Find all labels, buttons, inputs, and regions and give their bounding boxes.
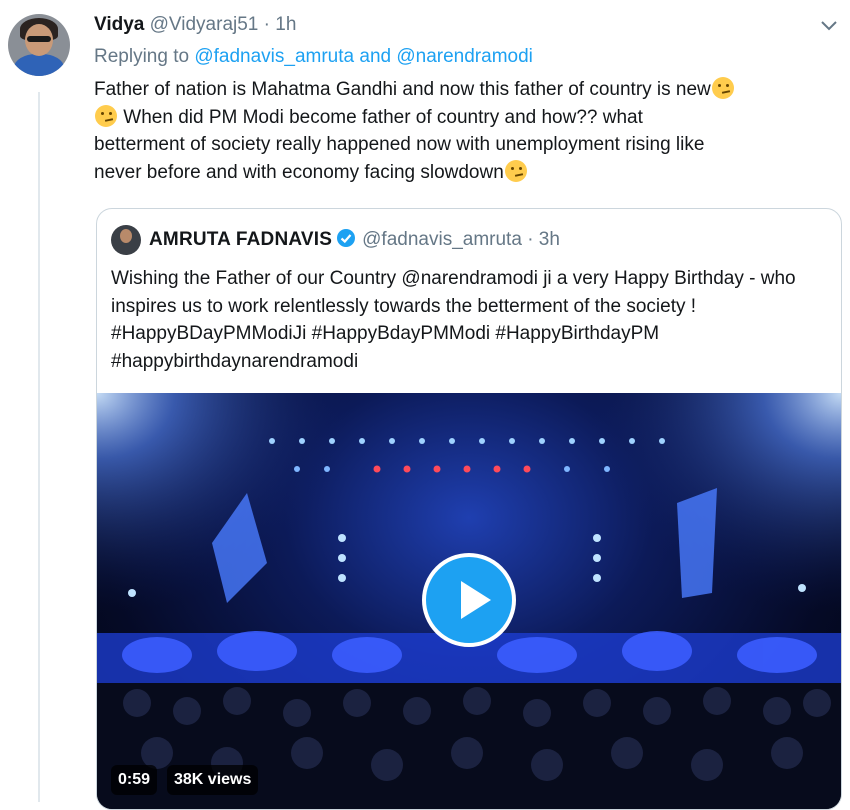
thinking-face-icon	[504, 159, 527, 182]
replying-to-label: Replying to	[94, 46, 190, 67]
tweet-text-line-1: Father of nation is Mahatma Gandhi and n…	[94, 79, 711, 100]
replying-to: Replying to @fadnavis_amruta and @narend…	[94, 44, 533, 70]
thinking-face-icon	[711, 77, 734, 99]
reply-thread-line	[38, 92, 40, 802]
verified-badge-icon	[337, 229, 356, 247]
tweet-text-line-4: never before and with economy facing slo…	[94, 161, 504, 183]
dot-separator: ·	[263, 14, 270, 35]
display-name[interactable]: Vidya	[94, 14, 144, 35]
tweet-text-line-2: When did PM Modi become father of countr…	[118, 106, 643, 128]
quoted-tweet-card[interactable]: AMRUTA FADNAVIS @fadnavis_amruta · 3h Wi…	[96, 208, 842, 810]
video-player[interactable]: 0:59 38K views	[97, 393, 841, 809]
quoted-display-name[interactable]: AMRUTA FADNAVIS	[149, 229, 332, 250]
video-duration-badge: 0:59	[111, 765, 158, 795]
quoted-tweet-header: AMRUTA FADNAVIS @fadnavis_amruta · 3h	[149, 227, 560, 253]
replying-to-mentions[interactable]: @fadnavis_amruta and @narendramodi	[194, 46, 533, 67]
timestamp[interactable]: 1h	[275, 14, 296, 35]
tweet-text-line-3: betterment of society really happened no…	[94, 134, 705, 155]
thinking-face-icon	[95, 104, 117, 127]
quoted-avatar[interactable]	[111, 225, 141, 255]
quoted-timestamp[interactable]: 3h	[539, 229, 560, 250]
play-button[interactable]	[422, 553, 516, 647]
quoted-handle[interactable]: @fadnavis_amruta	[362, 229, 522, 250]
tweet-text: Father of nation is Mahatma Gandhi and n…	[94, 76, 842, 186]
quoted-tweet-text: Wishing the Father of our Country @naren…	[111, 268, 796, 372]
user-handle[interactable]: @Vidyaraj51	[150, 14, 259, 35]
chevron-down-icon[interactable]	[818, 14, 840, 36]
quoted-dot-separator: ·	[527, 229, 534, 250]
video-views-badge: 38K views	[167, 765, 259, 795]
avatar[interactable]	[8, 14, 70, 76]
tweet-header: Vidya @Vidyaraj51 · 1h	[94, 12, 296, 38]
